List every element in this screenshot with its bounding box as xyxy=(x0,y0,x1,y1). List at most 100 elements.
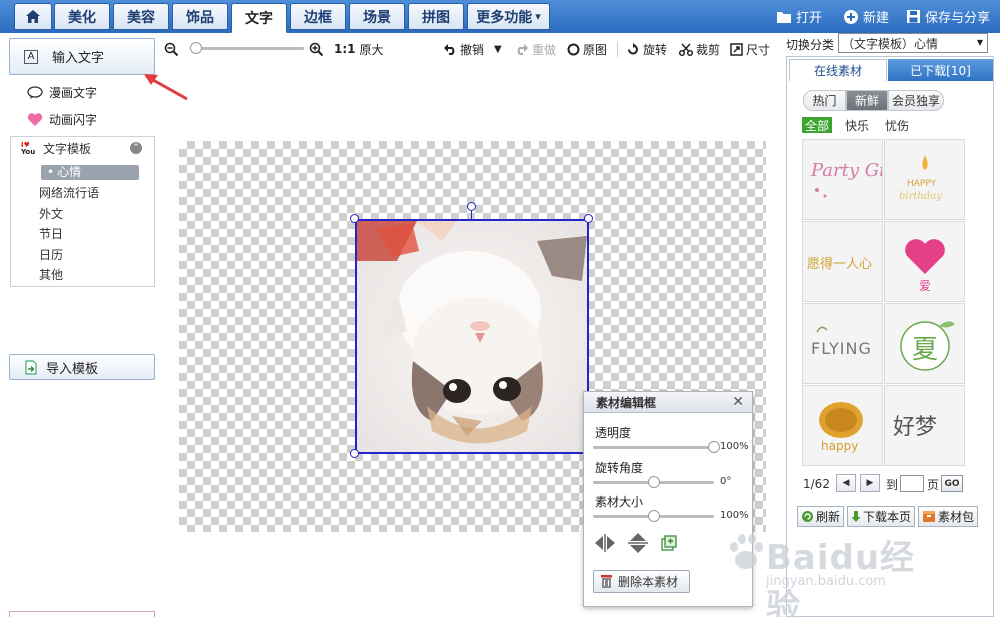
template-item-calendar[interactable]: 日历 xyxy=(39,246,63,263)
tab-collage[interactable]: 拼图 xyxy=(408,3,464,30)
opacity-label: 透明度 xyxy=(595,426,632,440)
rotate-value: 0° xyxy=(720,476,732,487)
rotation-handle[interactable] xyxy=(467,202,476,211)
original-image-button[interactable]: 原图 xyxy=(567,40,607,58)
selected-material-photo[interactable] xyxy=(355,219,589,454)
flip-horizontal-icon[interactable] xyxy=(593,532,617,554)
material-item-flying[interactable]: FLYING xyxy=(802,303,883,384)
material-item-happy-birthday[interactable]: HAPPY birthday xyxy=(884,139,965,220)
template-item-holiday[interactable]: 节日 xyxy=(39,225,63,242)
undo-dropdown-icon[interactable]: ▼ xyxy=(494,44,502,55)
filter-all[interactable]: 全部 xyxy=(802,117,833,133)
opacity-slider-handle[interactable] xyxy=(708,441,720,453)
save-share-button[interactable]: 保存与分享 xyxy=(905,0,990,33)
resize-handle-bottom-left[interactable] xyxy=(350,449,359,458)
edit-panel-title[interactable]: 素材编辑框 xyxy=(584,392,752,413)
rotate-button[interactable]: 旋转 xyxy=(626,40,667,58)
zoom-out-button[interactable] xyxy=(164,40,179,58)
template-item-foreign[interactable]: 外文 xyxy=(39,205,63,222)
tab-beautify[interactable]: 美化 xyxy=(54,3,110,30)
page-number-input[interactable] xyxy=(900,475,924,492)
seg-members-only[interactable]: 会员独享 xyxy=(888,90,944,111)
tab-beauty[interactable]: 美容 xyxy=(113,3,169,30)
text-template-header[interactable]: I♥ You 文字模板 xyxy=(21,140,91,157)
collapse-icon[interactable]: ⌃ xyxy=(130,142,142,154)
page-indicator: 1/62 xyxy=(803,477,830,491)
tab-more-label: 更多功能 xyxy=(476,9,533,26)
zoom-slider-track[interactable] xyxy=(190,47,304,50)
size-button[interactable]: 尺寸 xyxy=(730,40,770,58)
crop-button[interactable]: 裁剪 xyxy=(679,40,720,58)
material-item-love-heart[interactable]: 爱 xyxy=(884,221,965,302)
left-panel-next-section xyxy=(9,611,155,617)
input-text-button[interactable]: A 输入文字 xyxy=(9,38,155,75)
template-item-internet-slang[interactable]: 网络流行语 xyxy=(39,184,99,201)
rotate-slider-handle[interactable] xyxy=(647,476,660,488)
opacity-value: 100% xyxy=(720,441,749,452)
original-image-label: 原图 xyxy=(583,42,608,57)
toolbar-divider xyxy=(617,41,618,57)
tab-text[interactable]: 文字 xyxy=(231,3,287,33)
material-preview-image: HAPPY birthday xyxy=(899,155,942,202)
tab-accessories[interactable]: 饰品 xyxy=(172,3,228,30)
resize-handle-top-right[interactable] xyxy=(584,214,593,223)
material-item-wish-one-heart[interactable]: 愿得一人心 xyxy=(802,221,883,302)
material-item-sweet-dreams[interactable]: 好梦 xyxy=(884,385,965,466)
seg-hot[interactable]: 热门 xyxy=(803,90,846,111)
template-item-other[interactable]: 其他 xyxy=(39,266,63,283)
close-icon[interactable]: ✕ xyxy=(732,394,744,410)
baidu-jingyan-watermark: Baidu经验 jingyan.baidu.com xyxy=(728,528,948,617)
open-label: 打开 xyxy=(796,11,823,26)
undo-button[interactable]: 撤销 ▼ xyxy=(443,40,502,58)
go-button[interactable]: GO xyxy=(941,475,963,492)
size-slider-handle[interactable] xyxy=(647,510,660,522)
cat-photo-image xyxy=(357,221,587,452)
flip-vertical-icon[interactable] xyxy=(626,532,650,554)
category-select[interactable]: （文字模板）心情 xyxy=(838,33,988,53)
zoom-in-icon xyxy=(309,42,324,56)
material-item-party-girl[interactable]: Party Girl xyxy=(802,139,883,220)
comic-text-link[interactable]: 漫画文字 xyxy=(27,84,97,101)
scissors-icon xyxy=(679,42,693,56)
category-select-value: （文字模板）心情 xyxy=(842,36,939,51)
open-button[interactable]: 打开 xyxy=(776,0,822,33)
anim-text-link[interactable]: 动画闪字 xyxy=(27,111,97,128)
tab-scene[interactable]: 场景 xyxy=(349,3,405,30)
template-item-mood[interactable]: 心情 xyxy=(41,165,139,180)
resize-handle-top-left[interactable] xyxy=(350,214,359,223)
zoom-in-button[interactable] xyxy=(309,40,324,58)
filter-happy[interactable]: 快乐 xyxy=(845,117,869,133)
paw-logo-icon xyxy=(730,534,763,569)
home-icon xyxy=(26,10,40,23)
new-button[interactable]: 新建 xyxy=(843,0,889,33)
redo-button[interactable]: 重做 xyxy=(515,40,556,58)
import-template-button[interactable]: 导入模板 xyxy=(9,354,155,380)
seg-new[interactable]: 新鲜 xyxy=(846,90,888,111)
home-tab[interactable] xyxy=(14,3,52,30)
refresh-button[interactable]: 刷新 xyxy=(797,506,844,527)
prev-page-button[interactable]: ◀ xyxy=(836,474,856,492)
delete-material-button[interactable]: 删除本素材 xyxy=(593,570,690,593)
material-size-label: 素材大小 xyxy=(595,495,644,509)
next-page-button[interactable]: ▶ xyxy=(860,474,880,492)
material-pack-button[interactable]: 素材包 xyxy=(918,506,978,527)
download-page-button[interactable]: 下载本页 xyxy=(847,506,915,527)
size-value: 100% xyxy=(720,510,749,521)
tab-border[interactable]: 边框 xyxy=(290,3,346,30)
zoom-slider-handle[interactable] xyxy=(189,42,202,54)
save-icon xyxy=(905,9,921,25)
red-arrow-icon xyxy=(144,74,188,101)
heart-sparkle-icon xyxy=(27,112,43,128)
material-item-summer[interactable]: 夏 xyxy=(884,303,965,384)
filter-sad[interactable]: 忧伤 xyxy=(885,117,909,133)
tab-downloaded[interactable]: 已下载[10] xyxy=(888,59,993,81)
resize-icon xyxy=(730,42,743,56)
tab-online-materials[interactable]: 在线素材 xyxy=(789,59,887,81)
material-pack-label: 素材包 xyxy=(938,510,975,524)
original-size-button[interactable]: 1:1 原大 xyxy=(334,40,384,58)
copy-material-icon[interactable] xyxy=(657,532,681,554)
material-item-happy-hedgehog[interactable]: happy xyxy=(802,385,883,466)
tab-more-features[interactable]: 更多功能 xyxy=(467,3,550,30)
opacity-slider-track[interactable] xyxy=(593,446,714,449)
import-icon xyxy=(24,359,38,375)
